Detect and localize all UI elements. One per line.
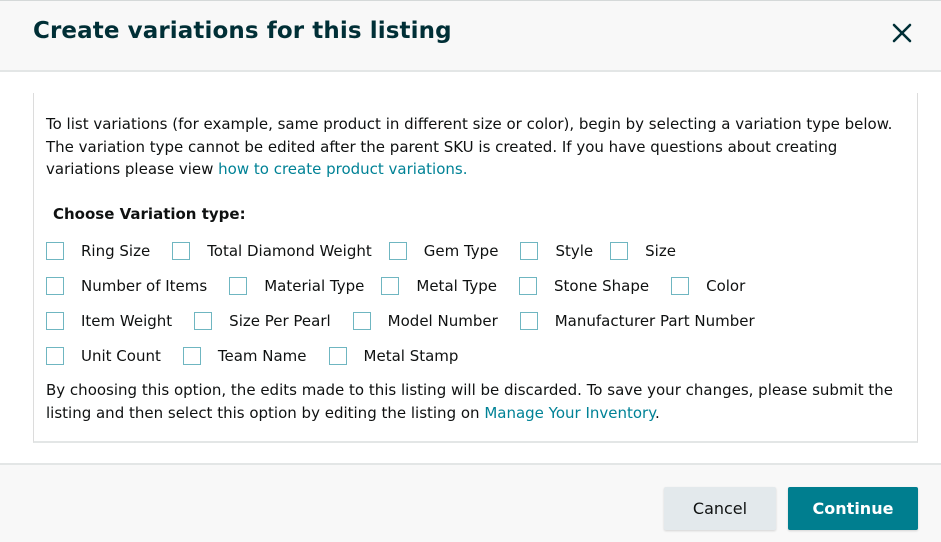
variation-checkbox[interactable] [520,242,539,260]
variation-option[interactable]: Gem Type [388,242,499,260]
variation-checkbox[interactable] [46,242,64,260]
dialog-footer: Cancel Continue [0,463,941,542]
variation-option[interactable]: Size Per Pearl [194,312,331,330]
variation-checkbox[interactable] [388,242,407,260]
how-to-create-variations-link[interactable]: how to create product variations. [218,160,467,178]
variation-row: Item Weight Size Per Pearl Model Number Man… [46,309,772,333]
manage-inventory-link[interactable]: Manage Your Inventory [484,404,655,422]
variation-option-label: Style [555,242,594,260]
variation-checkbox[interactable] [46,347,64,365]
variation-option-label: Model Number [387,312,498,330]
variation-option-label: Unit Count [81,347,161,365]
variation-option-label: Gem Type [423,242,499,260]
continue-button[interactable]: Continue [788,487,918,530]
variation-checkbox[interactable] [328,347,347,365]
variation-option[interactable]: Manufacturer Part Number [519,312,755,330]
variation-option[interactable]: Material Type [229,277,364,295]
variation-row: Number of Items Material Type Metal Type St… [46,274,762,298]
variation-option-label: Manufacturer Part Number [554,312,755,330]
close-button[interactable] [888,19,916,47]
dialog-body: To list variations (for example, same pr… [33,93,918,443]
variation-option[interactable]: Model Number [352,312,498,330]
variation-row: Unit Count Team Name Metal Stamp [46,344,475,368]
variation-option-label: Team Name [217,347,307,365]
dialog-header: Create variations for this listing [0,0,941,72]
variation-option-label: Total Diamond Weight [207,242,372,260]
variation-option[interactable]: Metal Type [381,277,497,295]
variation-checkbox[interactable] [610,242,629,260]
dialog-title: Create variations for this listing [33,18,452,44]
variation-checkbox[interactable] [381,277,400,295]
variation-option-label: Metal Stamp [363,347,459,365]
variation-option[interactable]: Number of Items [46,277,207,295]
variation-option-label: Ring Size [81,242,151,260]
variation-checkbox[interactable] [182,347,201,365]
variation-checkbox[interactable] [172,242,191,260]
variation-option-label: Number of Items [81,277,208,295]
discard-note: By choosing this option, the edits made … [46,381,893,422]
variation-checkbox[interactable] [519,277,538,295]
variation-type-heading: Choose Variation type: [53,205,246,223]
variation-checkbox[interactable] [46,312,64,330]
variation-option[interactable]: Metal Stamp [328,347,459,365]
variation-option-label: Metal Type [416,277,498,295]
close-icon [892,23,912,43]
variation-option-label: Size Per Pearl [229,312,331,330]
variation-option[interactable]: Team Name [182,347,307,365]
variation-option[interactable]: Total Diamond Weight [172,242,372,260]
cancel-button[interactable]: Cancel [664,487,776,530]
variation-option[interactable]: Unit Count [46,347,161,365]
variation-option[interactable]: Item Weight [46,312,172,330]
variation-checkbox[interactable] [671,277,690,295]
variation-option-label: Color [706,277,746,295]
variation-option[interactable]: Stone Shape [519,277,649,295]
variation-option[interactable]: Ring Size [46,242,150,260]
variation-checkbox[interactable] [229,277,248,295]
variation-option-label: Stone Shape [554,277,650,295]
variation-option[interactable]: Size [610,242,676,260]
variation-checkbox[interactable] [519,312,538,330]
variation-option[interactable]: Color [671,277,745,295]
variation-option-label: Size [645,242,676,260]
variation-checkbox[interactable] [194,312,213,330]
variation-row: Ring Size Total Diamond Weight Gem Type Sty… [46,239,693,263]
variation-option-label: Item Weight [81,312,173,330]
variation-option[interactable]: Style [520,242,593,260]
intro-text: To list variations (for example, same pr… [46,115,893,178]
variation-option-label: Material Type [264,277,365,295]
variation-checkbox[interactable] [352,312,371,330]
variation-checkbox[interactable] [46,277,64,295]
